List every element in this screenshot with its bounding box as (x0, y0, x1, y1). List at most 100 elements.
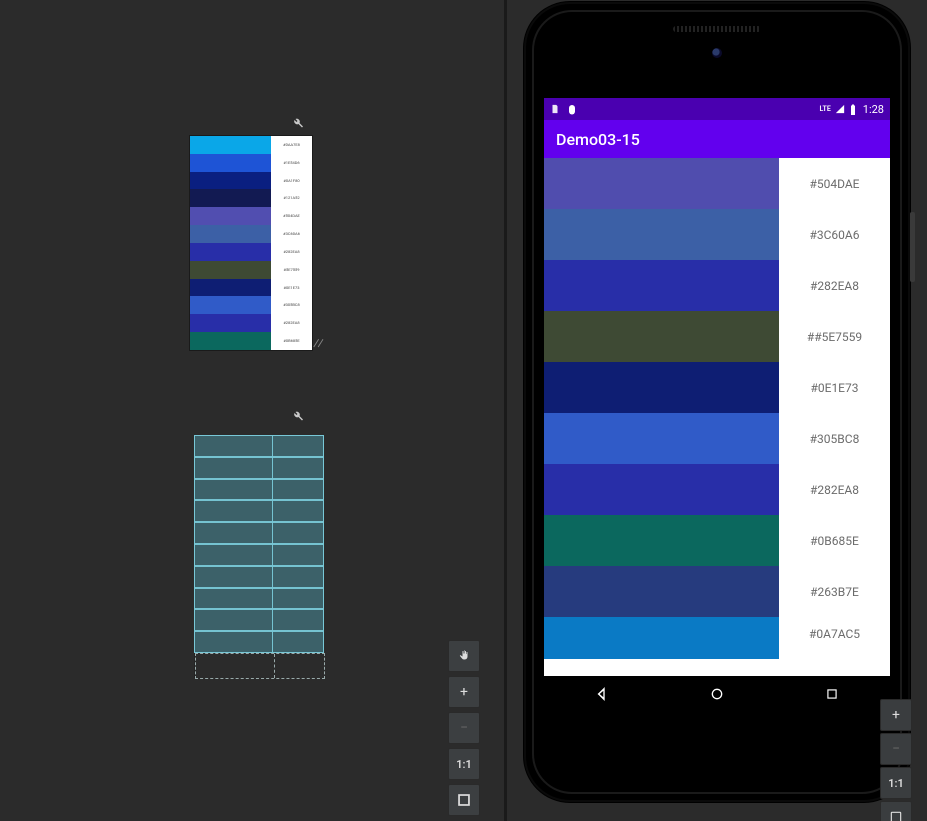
color-label: #282EA8 (779, 464, 890, 515)
home-icon[interactable] (708, 685, 726, 703)
status-bar: LTE 1:28 (544, 98, 890, 120)
blueprint-row (194, 631, 324, 653)
preview-swatch (190, 243, 271, 261)
preview-label: #504DAE (271, 207, 312, 225)
layout-editor-pane: #0AA7E8#1E54D6#0A1F80#121A52#504DAE#3C60… (0, 0, 504, 821)
preview-swatch (190, 207, 271, 225)
navigation-bar (544, 676, 890, 712)
color-swatch (544, 617, 779, 659)
list-item[interactable]: #504DAE (544, 158, 890, 209)
speaker-grille (673, 26, 761, 32)
preview-label: #0B685E (271, 332, 312, 350)
preview-swatch (190, 296, 271, 314)
list-item[interactable]: #3C60A6 (544, 209, 890, 260)
color-swatch (544, 311, 779, 362)
sim-icon (550, 104, 560, 114)
blueprint-row (194, 435, 324, 457)
zoom-out-button[interactable]: − (880, 733, 912, 765)
color-swatch (544, 464, 779, 515)
color-label: #3C60A6 (779, 209, 890, 260)
blueprint-preview[interactable] (194, 435, 324, 678)
color-swatch (544, 260, 779, 311)
preview-swatch (190, 261, 271, 279)
zoom-fit-button[interactable] (880, 801, 912, 821)
blueprint-body (194, 435, 324, 653)
preview-label: #0E1E73 (271, 279, 312, 297)
blueprint-row (194, 566, 324, 588)
list-item[interactable]: #305BC8 (544, 413, 890, 464)
blueprint-row (194, 522, 324, 544)
preview-label: #0A1F80 (271, 172, 312, 190)
preview-swatch (190, 225, 271, 243)
zoom-reset-button[interactable]: 1:1 (880, 767, 912, 799)
color-label: #305BC8 (779, 413, 890, 464)
pan-button[interactable] (448, 640, 480, 672)
blueprint-row (194, 479, 324, 501)
clock: 1:28 (863, 103, 884, 116)
preview-label: #121A52 (271, 189, 312, 207)
wrench-icon[interactable] (291, 410, 305, 425)
preview-swatch (190, 172, 271, 190)
workspace: #0AA7E8#1E54D6#0A1F80#121A52#504DAE#3C60… (0, 0, 927, 821)
preview-label: #5E7559 (271, 261, 312, 279)
preview-label: #1E54D6 (271, 154, 312, 172)
zoom-in-button[interactable]: + (448, 676, 480, 708)
emulator-pane: LTE 1:28 Demo03-15 #504DAE#3C60A6#282EA8… (508, 0, 927, 821)
battery-icon (849, 104, 859, 114)
preview-zoom-toolbar: + − 1:1 (448, 640, 482, 816)
list-item[interactable]: #282EA8 (544, 260, 890, 311)
pane-divider[interactable] (504, 0, 507, 821)
preview-swatch (190, 189, 271, 207)
zoom-in-button[interactable]: + (880, 699, 912, 731)
app-title: Demo03-15 (556, 130, 640, 149)
blueprint-row (194, 588, 324, 610)
device-screen[interactable]: LTE 1:28 Demo03-15 #504DAE#3C60A6#282EA8… (544, 98, 890, 712)
zoom-reset-button[interactable]: 1:1 (448, 748, 480, 780)
preview-swatch (190, 136, 271, 154)
device-frame: LTE 1:28 Demo03-15 #504DAE#3C60A6#282EA8… (524, 2, 910, 802)
list-item[interactable]: #263B7E (544, 566, 890, 617)
preview-label: #282EA8 (271, 314, 312, 332)
preview-label: #305BC8 (271, 296, 312, 314)
network-label: LTE (820, 105, 831, 113)
list-item[interactable]: ##5E7559 (544, 311, 890, 362)
color-label: ##5E7559 (779, 311, 890, 362)
list-item[interactable]: #0B685E (544, 515, 890, 566)
preview-label-column: #0AA7E8#1E54D6#0A1F80#121A52#504DAE#3C60… (271, 136, 312, 350)
list-item[interactable]: #282EA8 (544, 464, 890, 515)
recents-icon[interactable] (823, 685, 841, 703)
preview-label: #0AA7E8 (271, 136, 312, 154)
blueprint-row (194, 609, 324, 631)
preview-swatch (190, 154, 271, 172)
color-label: #0A7AC5 (779, 617, 890, 659)
android-debug-icon (566, 104, 576, 114)
front-camera (712, 48, 722, 58)
color-swatch (544, 158, 779, 209)
blueprint-row (194, 544, 324, 566)
list-item[interactable]: #0A7AC5 (544, 617, 890, 659)
resize-handle-icon[interactable]: ⁄⁄ (313, 336, 322, 352)
zoom-fit-button[interactable] (448, 784, 480, 816)
preview-swatch (190, 279, 271, 297)
power-button (910, 212, 915, 282)
preview-color-column (190, 136, 271, 350)
color-swatch (544, 515, 779, 566)
zoom-out-button[interactable]: − (448, 712, 480, 744)
design-preview[interactable]: #0AA7E8#1E54D6#0A1F80#121A52#504DAE#3C60… (190, 136, 312, 350)
color-swatch (544, 362, 779, 413)
app-bar: Demo03-15 (544, 120, 890, 158)
emulator-zoom-toolbar: + − 1:1 (880, 699, 914, 821)
color-swatch (544, 566, 779, 617)
list-item[interactable]: #0E1E73 (544, 362, 890, 413)
wrench-icon[interactable] (291, 117, 305, 132)
preview-label: #282EA8 (271, 243, 312, 261)
blueprint-row (194, 500, 324, 522)
color-list[interactable]: #504DAE#3C60A6#282EA8##5E7559#0E1E73#305… (544, 158, 890, 676)
color-label: #263B7E (779, 566, 890, 617)
preview-label: #3C60A6 (271, 225, 312, 243)
preview-swatch (190, 314, 271, 332)
blueprint-placeholder-row (195, 653, 325, 679)
back-icon[interactable] (593, 685, 611, 703)
color-swatch (544, 413, 779, 464)
color-label: #504DAE (779, 158, 890, 209)
